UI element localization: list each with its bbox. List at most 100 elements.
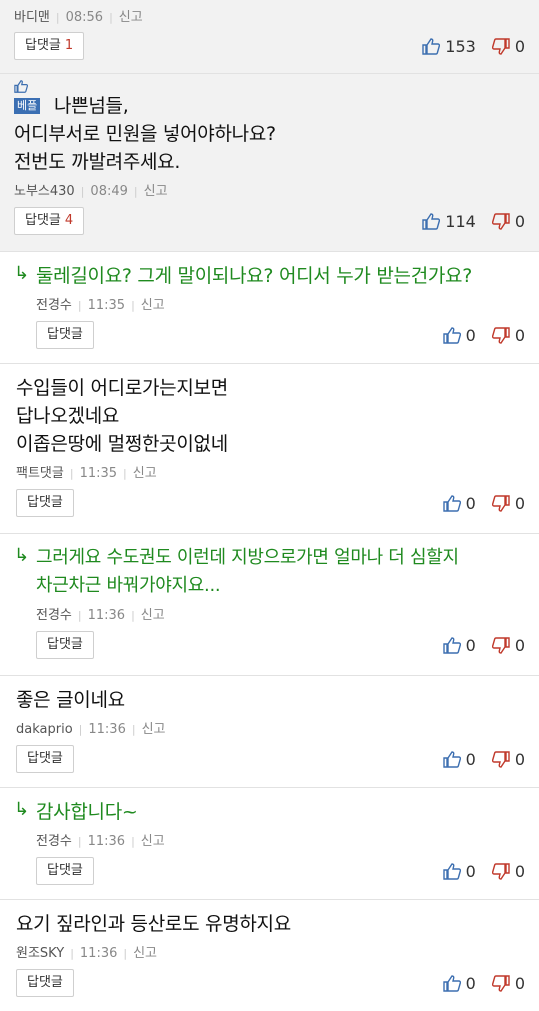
comment-item: ↳ 그러게요 수도권도 이런데 지방으로가면 얼마나 더 심할지 차근차근 바꿔… [0,534,539,676]
comment-time: 11:36 [88,722,126,737]
comment-meta: 바디맨 | 08:56 | 신고 [14,10,143,25]
like-count: 0 [465,973,476,993]
comment-item: ↳ 둘레길이요? 그게 말이되나요? 어디서 누가 받는건가요? 전경수 | 11:… [0,252,539,364]
vote-area: 0 0 [427,326,525,345]
like-count: 0 [465,861,476,881]
comment-text: 나쁜넘들, 어디부서로 민원을 넣어야하나요? 전번도 까발려주세요. [14,95,276,173]
like-count: 0 [465,635,476,655]
comment-author[interactable]: 바디맨 [14,10,50,25]
reply-arrow-icon: ↳ [14,545,30,566]
reply-button[interactable]: 답댓글 4 [14,207,85,235]
comment-text: 수입들이 어디로가는지보면 답나오겠네요 이좁은땅에 멀쩡한곳이없네 [16,377,228,455]
vote-area: 0 0 [427,862,525,881]
dislike-button[interactable]: 0 [491,325,525,345]
report-link[interactable]: 신고 [141,608,165,623]
like-button[interactable]: 0 [442,973,476,993]
thumb-down-icon [491,750,510,768]
vote-area: 114 0 [406,212,525,231]
thumb-up-icon [442,636,461,654]
like-button[interactable]: 0 [442,750,476,769]
reply-button[interactable]: 답댓글 [16,489,74,517]
reply-arrow-icon: ↳ [14,799,30,820]
reply-button[interactable]: 답댓글 1 [14,32,85,60]
report-link[interactable]: 신고 [133,946,157,961]
reply-count: 4 [64,213,74,228]
report-link[interactable]: 신고 [141,834,165,849]
comment-text: 그러게요 수도권도 이런데 지방으로가면 얼마나 더 심할지 차근차근 바꿔가야… [36,547,459,596]
like-button[interactable]: 0 [442,861,476,881]
comment-meta: 노부스430 | 08:49 | 신고 [14,184,168,199]
comment-item: 베플 나쁜넘들, 어디부서로 민원을 넣어야하나요? 전번도 까발려주세요. 노… [0,74,539,252]
comment-text: 감사합니다~ [36,801,138,823]
like-button[interactable]: 153 [422,37,476,56]
like-count: 0 [465,325,476,345]
comment-item: 수입들이 어디로가는지보면 답나오겠네요 이좁은땅에 멀쩡한곳이없네 팩트댓글 |… [0,364,539,534]
comment-time: 11:35 [79,466,118,481]
reply-button[interactable]: 답댓글 [36,857,94,885]
thumb-up-icon [442,494,461,512]
comment-time: 11:36 [79,946,118,961]
dislike-button[interactable]: 0 [491,36,525,56]
dislike-count: 0 [514,211,525,231]
dislike-button[interactable]: 0 [491,973,525,993]
thumb-down-icon [491,636,510,654]
dislike-count: 0 [514,635,525,655]
comment-author[interactable]: dakaprio [16,722,73,737]
reply-button[interactable]: 답댓글 [36,321,94,349]
comment-author[interactable]: 팩트댓글 [16,466,64,481]
like-count: 114 [445,211,476,231]
dislike-button[interactable]: 0 [491,211,525,231]
like-button[interactable]: 114 [422,212,476,231]
comment-text: 요기 짚라인과 등산로도 유명하지요 [16,913,291,935]
vote-area: 0 0 [427,750,525,769]
comment-meta: 전경수 | 11:35 | 신고 [36,298,165,313]
best-badge: 베플 [14,98,41,114]
reply-button[interactable]: 답댓글 [36,631,94,659]
thumb-up-icon [422,212,441,230]
vote-area: 0 0 [427,974,525,993]
reply-count: 1 [64,38,74,53]
like-button[interactable]: 0 [442,493,476,513]
reply-button[interactable]: 답댓글 [16,969,74,997]
comment-author[interactable]: 전경수 [36,834,72,849]
dislike-count: 0 [514,493,525,513]
reply-button[interactable]: 답댓글 [16,745,74,773]
dislike-count: 0 [514,36,525,56]
comment-author[interactable]: 전경수 [36,608,72,623]
like-button[interactable]: 0 [442,325,476,345]
dislike-count: 0 [514,861,525,881]
comment-author[interactable]: 원조SKY [16,946,64,961]
comment-item: 좋은 글이네요 dakaprio | 11:36 | 신고 답댓글 0 0 [0,676,539,788]
comment-meta: 전경수 | 11:36 | 신고 [36,834,165,849]
report-link[interactable]: 신고 [119,10,143,25]
comment-time: 08:49 [90,184,128,199]
comment-item: 바디맨 | 08:56 | 신고 답댓글 1 153 0 [0,0,539,74]
comment-time: 08:56 [65,10,104,25]
comment-text: 좋은 글이네요 [16,689,125,711]
report-link[interactable]: 신고 [142,722,166,737]
comment-author[interactable]: 전경수 [36,298,72,313]
reply-button-label: 답댓글 [25,213,61,228]
dislike-button[interactable]: 0 [491,493,525,513]
dislike-button[interactable]: 0 [491,749,525,769]
comment-meta: dakaprio | 11:36 | 신고 [16,722,166,737]
comment-meta: 팩트댓글 | 11:35 | 신고 [16,466,157,481]
dislike-count: 0 [514,973,525,993]
comment-item: 요기 짚라인과 등산로도 유명하지요 원조SKY | 11:36 | 신고 답댓글 0 … [0,900,539,1011]
dislike-count: 0 [514,325,525,345]
like-button[interactable]: 0 [442,635,476,655]
vote-area: 153 0 [406,37,525,56]
comment-author[interactable]: 노부스430 [14,184,75,199]
thumb-down-icon [491,326,510,344]
reply-button-label: 답댓글 [25,38,61,53]
thumb-up-icon [442,326,461,344]
dislike-button[interactable]: 0 [491,861,525,881]
report-link[interactable]: 신고 [133,466,157,481]
report-link[interactable]: 신고 [141,298,165,313]
like-count: 0 [465,493,476,513]
dislike-count: 0 [514,749,525,769]
thumb-up-icon [442,750,461,768]
dislike-button[interactable]: 0 [491,635,525,655]
report-link[interactable]: 신고 [144,184,168,199]
comment-item: ↳ 감사합니다~ 전경수 | 11:36 | 신고 답댓글 0 0 [0,788,539,900]
